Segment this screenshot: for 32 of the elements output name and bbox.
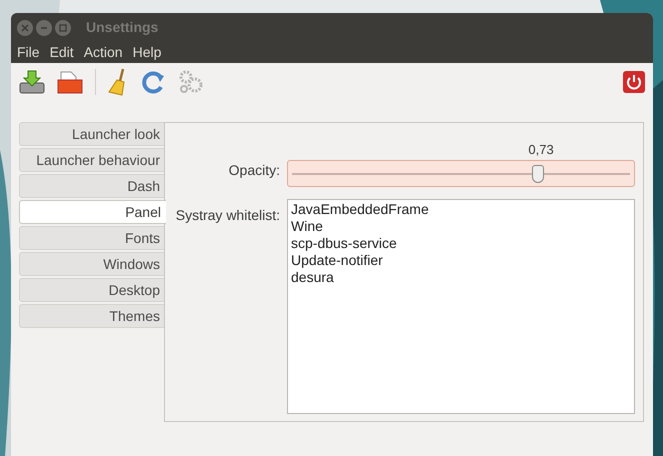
slider-value: 0,73 <box>528 143 554 156</box>
gears-icon[interactable] <box>178 68 204 94</box>
list-item[interactable]: desura <box>291 269 631 286</box>
minimize-icon[interactable] <box>36 20 52 36</box>
opacity-label: Opacity: <box>228 161 281 180</box>
sidebar-tab[interactable]: Themes <box>19 304 165 328</box>
menu-item[interactable]: File <box>17 42 40 63</box>
menu-item[interactable]: Help <box>132 42 162 63</box>
sidebar-tab[interactable]: Dash <box>19 174 165 198</box>
maximize-icon[interactable] <box>55 20 71 36</box>
sidebar-tab[interactable]: Fonts <box>19 226 165 250</box>
list-item[interactable]: Update-notifier <box>291 252 631 269</box>
refresh-icon[interactable] <box>142 70 166 94</box>
slider-thumb[interactable] <box>532 165 544 183</box>
list-item[interactable]: JavaEmbeddedFrame <box>291 201 631 218</box>
sidebar-tab[interactable]: Windows <box>19 252 165 276</box>
sidebar-tab[interactable]: Panel <box>19 200 166 224</box>
sidebar-tab[interactable]: Launcher look <box>19 122 165 146</box>
list-item[interactable]: Wine <box>291 218 631 235</box>
sidebar-tab[interactable]: Desktop <box>19 278 165 302</box>
window-title: Unsettings <box>86 18 158 37</box>
list-item[interactable]: scp-dbus-service <box>291 235 631 252</box>
drive-download-icon[interactable] <box>19 68 45 94</box>
close-icon[interactable] <box>17 20 33 36</box>
systray-list[interactable]: JavaEmbeddedFrame Wine scp-dbus-service Update-notifier desura <box>287 199 635 414</box>
folder-icon[interactable] <box>57 68 83 94</box>
menu-item[interactable]: Action <box>84 42 123 63</box>
menu-item[interactable]: Edit <box>50 42 74 63</box>
power-icon[interactable] <box>623 70 645 92</box>
systray-label: Systray whitelist: <box>174 206 281 225</box>
opacity-slider[interactable] <box>287 160 635 187</box>
sidebar-tab[interactable]: Launcher behaviour <box>19 148 165 172</box>
